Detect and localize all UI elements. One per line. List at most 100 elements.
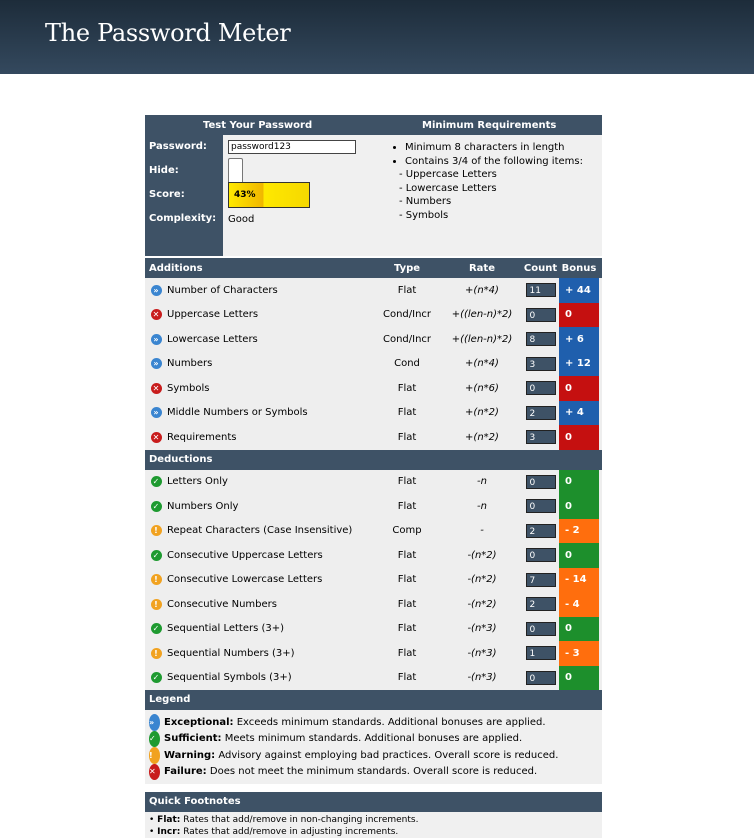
hide-checkbox[interactable] — [228, 158, 243, 184]
criterion-type: Flat — [372, 476, 442, 487]
site-title: The Password Meter — [45, 19, 290, 47]
type-column-header: Type — [372, 263, 442, 274]
criterion-name: Sequential Numbers (3+) — [167, 648, 372, 659]
hide-label: Hide: — [145, 159, 223, 183]
requirement-item: Contains 3/4 of the following items: — [405, 155, 602, 169]
criterion-rate: +(n*6) — [442, 383, 522, 394]
deductions-table: ✓Letters OnlyFlat-n00✓Numbers OnlyFlat-n… — [145, 470, 602, 691]
criterion-rate: - — [442, 525, 522, 536]
sufficient-icon: ✓ — [151, 501, 162, 512]
criterion-rate: +(n*4) — [442, 358, 522, 369]
criterion-rate: -n — [442, 501, 522, 512]
criterion-rate: -(n*3) — [442, 623, 522, 634]
count-column-header: Count — [522, 263, 559, 274]
footnote-item: • Incr: Rates that add/remove in adjusti… — [149, 827, 602, 838]
table-row: ✓Sequential Symbols (3+)Flat-(n*3)00 — [145, 666, 602, 691]
sufficient-icon: ✓ — [151, 623, 162, 634]
bonus-value: 0 — [559, 494, 599, 519]
table-row: »NumbersCond+(n*4)3+ 12 — [145, 352, 602, 377]
criterion-rate: -(n*2) — [442, 599, 522, 610]
requirement-subitem: - Symbols — [391, 209, 602, 223]
legend-term: Failure: — [164, 766, 207, 777]
test-header: Test Your Password — [203, 120, 312, 131]
exceptional-icon: » — [151, 285, 162, 296]
bonus-value: + 4 — [559, 401, 599, 426]
table-row: !Sequential Numbers (3+)Flat-(n*3)1- 3 — [145, 641, 602, 666]
criterion-name: Lowercase Letters — [167, 334, 372, 345]
table-row: ✕RequirementsFlat+(n*2)30 — [145, 425, 602, 450]
top-header: Test Your Password Minimum Requirements — [145, 115, 602, 135]
failure-icon: ✕ — [151, 383, 162, 394]
criterion-rate: -(n*2) — [442, 550, 522, 561]
count-field: 0 — [526, 475, 556, 489]
sufficient-icon: ✓ — [151, 550, 162, 561]
table-row: »Middle Numbers or SymbolsFlat+(n*2)2+ 4 — [145, 401, 602, 426]
legend-item: ✓Sufficient: Meets minimum standards. Ad… — [149, 731, 602, 748]
criterion-rate: -n — [442, 476, 522, 487]
test-panel: Password: Hide: Score: Complexity: 43% G… — [145, 135, 602, 256]
criterion-name: Numbers — [167, 358, 372, 369]
criterion-type: Flat — [372, 407, 442, 418]
footnote-term: Flat: — [157, 815, 180, 825]
deductions-header: Deductions — [145, 450, 602, 470]
criterion-type: Flat — [372, 550, 442, 561]
failure-icon: ✕ — [151, 432, 162, 443]
legend-item: ✕Failure: Does not meet the minimum stan… — [149, 764, 602, 781]
criterion-rate: +((len-n)*2) — [442, 334, 522, 345]
requirements-header: Minimum Requirements — [422, 120, 556, 131]
legend-item: !Warning: Advisory against employing bad… — [149, 747, 602, 764]
bonus-value: - 2 — [559, 519, 599, 544]
count-field: 3 — [526, 430, 556, 444]
requirement-subitem: - Lowercase Letters — [391, 182, 602, 196]
count-field: 8 — [526, 332, 556, 346]
password-input[interactable] — [228, 140, 356, 154]
additions-table: »Number of CharactersFlat+(n*4)11+ 44✕Up… — [145, 278, 602, 450]
criterion-name: Repeat Characters (Case Insensitive) — [167, 525, 372, 536]
count-field: 3 — [526, 357, 556, 371]
bonus-value: - 3 — [559, 641, 599, 666]
bonus-column-header: Bonus — [559, 263, 599, 274]
criterion-type: Cond — [372, 358, 442, 369]
footnotes-list: • Flat: Rates that add/remove in non-cha… — [145, 812, 602, 838]
criterion-type: Flat — [372, 672, 442, 683]
count-field: 0 — [526, 671, 556, 685]
score-label: Score: — [145, 183, 223, 207]
site-banner: The Password Meter — [0, 0, 754, 74]
count-field: 0 — [526, 548, 556, 562]
table-row: ✕SymbolsFlat+(n*6)00 — [145, 376, 602, 401]
criterion-type: Flat — [372, 432, 442, 443]
criterion-type: Flat — [372, 599, 442, 610]
exceptional-icon: » — [151, 358, 162, 369]
criterion-name: Uppercase Letters — [167, 309, 372, 320]
table-row: »Number of CharactersFlat+(n*4)11+ 44 — [145, 278, 602, 303]
legend-text: Advisory against employing bad practices… — [218, 750, 558, 761]
requirement-subitem: - Numbers — [391, 195, 602, 209]
criterion-name: Sequential Symbols (3+) — [167, 672, 372, 683]
footnote-text: Rates that add/remove in non-changing in… — [183, 815, 418, 825]
bonus-value: 0 — [559, 303, 599, 328]
table-row: ✓Sequential Letters (3+)Flat-(n*3)00 — [145, 617, 602, 642]
criterion-type: Flat — [372, 501, 442, 512]
count-field: 0 — [526, 622, 556, 636]
rate-column-header: Rate — [442, 263, 522, 274]
legend-term: Sufficient: — [164, 733, 222, 744]
criterion-rate: +(n*2) — [442, 432, 522, 443]
criterion-rate: -(n*3) — [442, 672, 522, 683]
criterion-name: Letters Only — [167, 476, 372, 487]
password-label: Password: — [145, 135, 223, 159]
legend-item: »Exceptional: Exceeds minimum standards.… — [149, 714, 602, 731]
criterion-type: Flat — [372, 285, 442, 296]
count-field: 2 — [526, 524, 556, 538]
table-row: ✓Numbers OnlyFlat-n00 — [145, 494, 602, 519]
additions-header: Additions Type Rate Count Bonus — [145, 258, 602, 278]
warning-icon: ! — [151, 574, 162, 585]
table-row: »Lowercase LettersCond/Incr+((len-n)*2)8… — [145, 327, 602, 352]
criterion-name: Requirements — [167, 432, 372, 443]
table-row: ✓Consecutive Uppercase LettersFlat-(n*2)… — [145, 543, 602, 568]
table-row: ✓Letters OnlyFlat-n00 — [145, 470, 602, 495]
sufficient-icon: ✓ — [151, 672, 162, 683]
legend-term: Exceptional: — [164, 717, 234, 728]
criterion-name: Number of Characters — [167, 285, 372, 296]
criterion-type: Flat — [372, 574, 442, 585]
criterion-rate: +(n*4) — [442, 285, 522, 296]
